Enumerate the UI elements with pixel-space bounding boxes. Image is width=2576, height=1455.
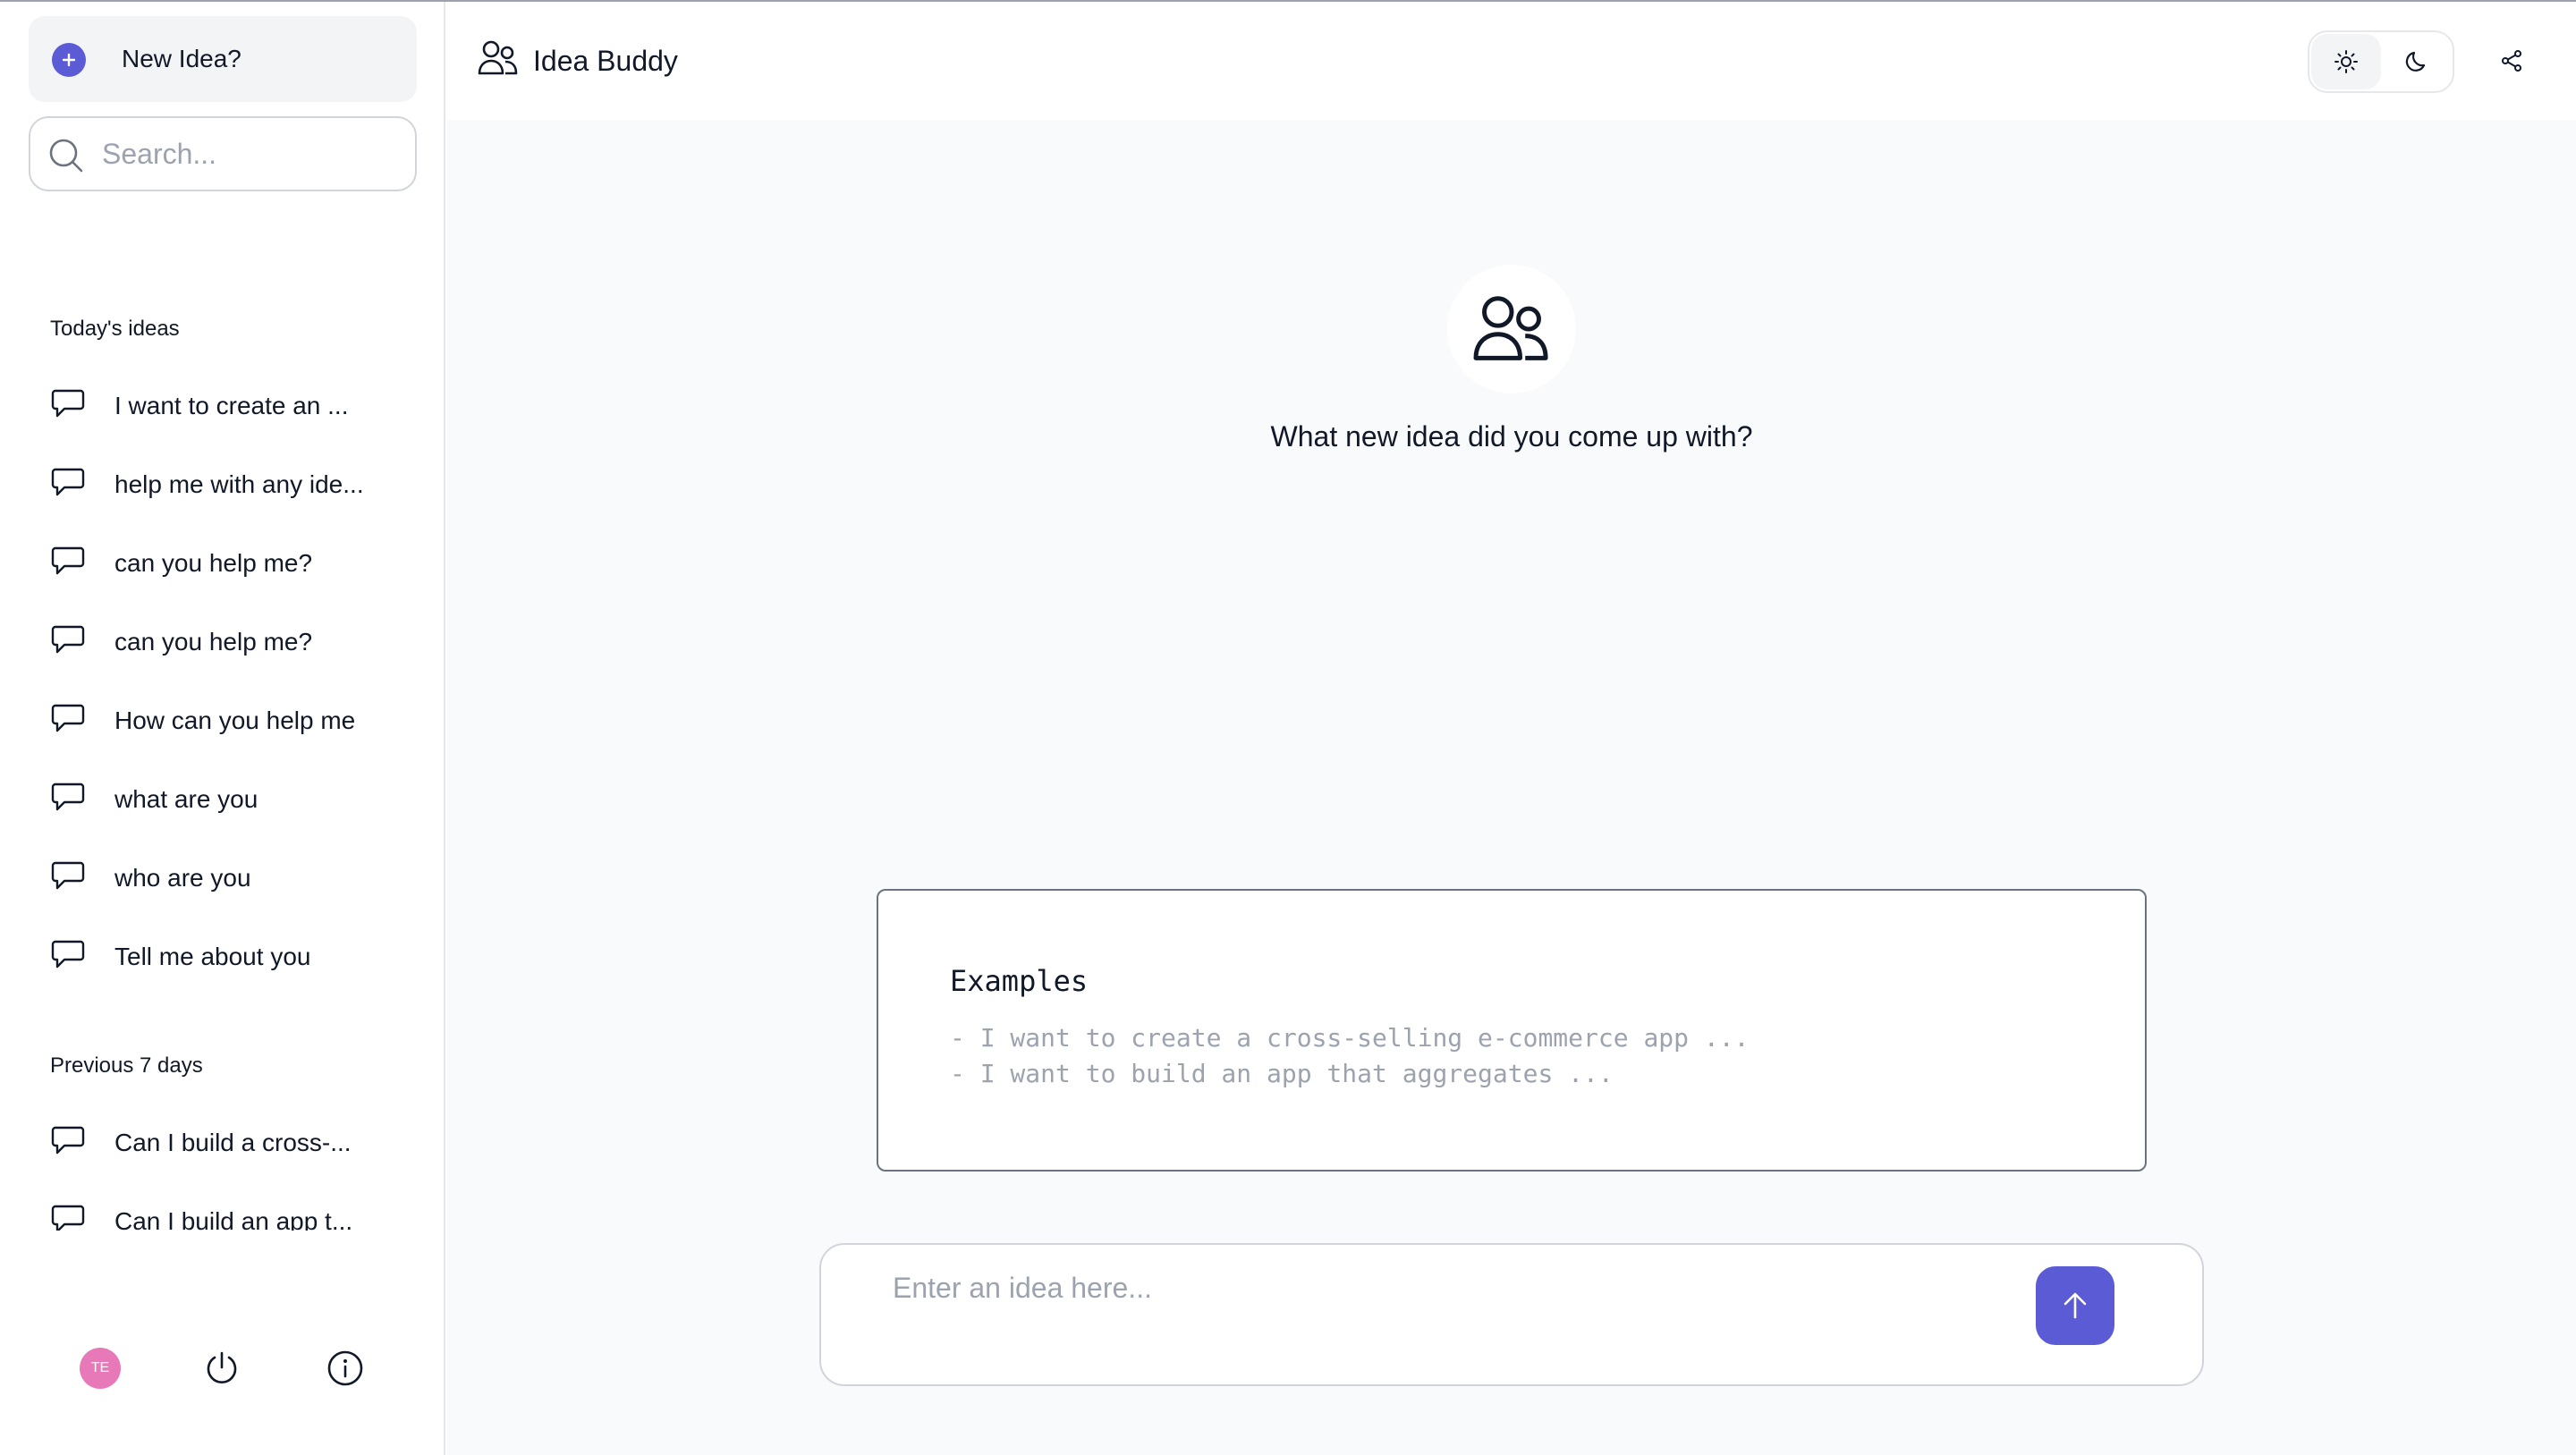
conversation-title: Can I build an app t...	[114, 1207, 353, 1231]
info-icon	[327, 1350, 363, 1386]
search-icon	[47, 136, 86, 180]
share-button[interactable]	[2494, 43, 2529, 79]
conversation-title: who are you	[114, 864, 251, 892]
search-box[interactable]	[29, 116, 417, 191]
chat-bubble-icon	[50, 782, 86, 818]
avatar: TE	[80, 1348, 121, 1389]
chat-bubble-icon	[50, 546, 86, 582]
plus-icon	[52, 43, 86, 77]
sidebar: New Idea? Today's ideas I want to create…	[0, 2, 445, 1455]
conversation-title: can you help me?	[114, 549, 313, 577]
arrow-up-icon	[2063, 1292, 2087, 1319]
chat-bubble-icon	[50, 388, 86, 425]
chat-bubble-icon	[50, 860, 86, 897]
light-mode-button[interactable]	[2311, 34, 2381, 89]
idea-composer	[819, 1243, 2204, 1386]
search-input[interactable]	[102, 132, 397, 175]
idea-input[interactable]	[893, 1272, 2055, 1352]
chat-bubble-icon	[50, 703, 86, 740]
app-window: New Idea? Today's ideas I want to create…	[0, 0, 2576, 1455]
conversation-title: help me with any ide...	[114, 470, 364, 498]
app-title: Idea Buddy	[533, 45, 678, 77]
conversation-item[interactable]: what are you	[29, 766, 417, 830]
info-button[interactable]	[324, 1347, 367, 1390]
chat-bubble-icon	[50, 939, 86, 976]
share-icon	[2502, 50, 2521, 72]
chat-bubble-icon	[50, 1125, 86, 1162]
conversation-item[interactable]: can you help me?	[29, 608, 417, 673]
user-avatar-button[interactable]: TE	[79, 1347, 122, 1390]
conversation-title: can you help me?	[114, 628, 313, 656]
conversation-title: I want to create an ...	[114, 392, 349, 419]
main-panel: What new idea did you come up with? Exam…	[447, 120, 2576, 1455]
conversation-title: Tell me about you	[114, 943, 311, 970]
section-title-previous: Previous 7 days	[50, 1053, 203, 1078]
sun-icon	[2334, 50, 2358, 73]
conversation-item[interactable]: Tell me about you	[29, 923, 417, 987]
conversation-item[interactable]: I want to create an ...	[29, 372, 417, 436]
chat-bubble-icon	[50, 467, 86, 503]
conversation-title: Can I build a cross-...	[114, 1129, 352, 1156]
conversation-item[interactable]: help me with any ide...	[29, 451, 417, 515]
theme-toggle	[2308, 30, 2454, 93]
chat-bubble-icon	[50, 1204, 86, 1231]
conversation-title: what are you	[114, 785, 258, 813]
power-icon	[207, 1351, 237, 1383]
conversation-item[interactable]: can you help me?	[29, 529, 417, 594]
conversation-item[interactable]: Can I build an app t...	[29, 1188, 417, 1231]
example-line[interactable]: - I want to create a cross-selling e-com…	[950, 1023, 1749, 1053]
examples-title: Examples	[950, 964, 1089, 998]
dark-mode-button[interactable]	[2383, 34, 2453, 89]
examples-card: Examples - I want to create a cross-sell…	[877, 889, 2147, 1172]
conversation-item[interactable]: who are you	[29, 844, 417, 909]
section-title-today: Today's ideas	[50, 317, 180, 341]
chat-bubble-icon	[50, 624, 86, 661]
conversation-title: How can you help me	[114, 706, 356, 734]
new-idea-label: New Idea?	[122, 45, 242, 72]
example-line[interactable]: - I want to build an app that aggregates…	[950, 1059, 1614, 1088]
moon-icon	[2405, 51, 2426, 72]
conversation-item[interactable]: Can I build a cross-...	[29, 1109, 417, 1173]
top-header: Idea Buddy	[445, 2, 2576, 120]
conversation-item[interactable]: How can you help me	[29, 687, 417, 751]
logout-button[interactable]	[200, 1347, 243, 1390]
people-icon	[1473, 296, 1548, 360]
people-icon	[478, 39, 519, 81]
hero-avatar	[1447, 265, 1576, 393]
new-idea-button[interactable]: New Idea?	[29, 16, 417, 102]
send-button[interactable]	[2036, 1266, 2114, 1345]
hero-question: What new idea did you come up with?	[1270, 420, 1753, 453]
